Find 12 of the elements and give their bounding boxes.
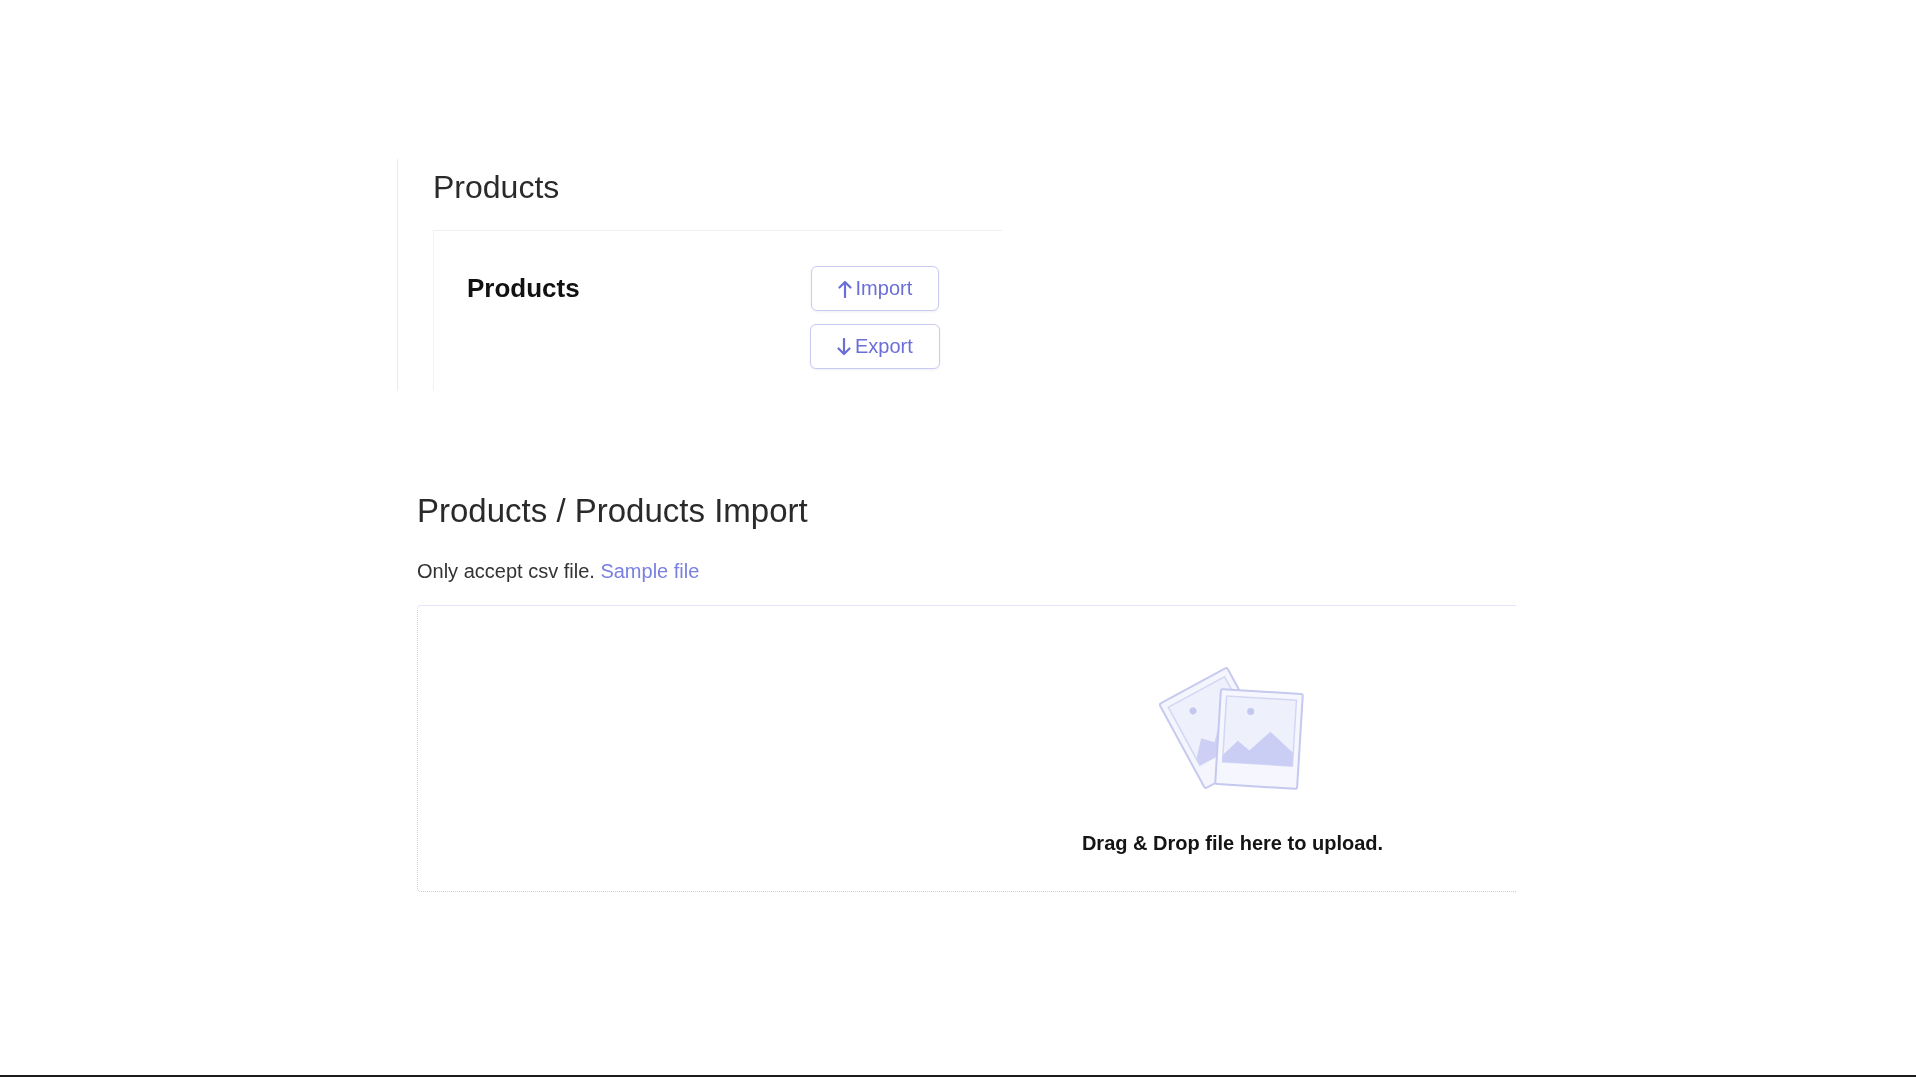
hint-text: Only accept csv file. Sample file xyxy=(417,559,701,584)
file-drop-zone[interactable]: Drag & Drop file here to upload. xyxy=(417,605,1516,892)
sample-file-link[interactable]: Sample file xyxy=(600,560,700,582)
page-title: Products xyxy=(433,168,561,207)
import-button[interactable]: Import xyxy=(810,266,940,311)
card-title: Products xyxy=(467,272,581,305)
arrow-down-icon xyxy=(837,337,851,356)
arrow-up-icon xyxy=(837,279,852,298)
drop-message: Drag & Drop file here to upload. xyxy=(1081,831,1384,856)
page-heading: Products / Products Import xyxy=(417,491,809,531)
pictures-icon xyxy=(1159,666,1306,792)
export-button[interactable]: Export xyxy=(810,324,940,369)
